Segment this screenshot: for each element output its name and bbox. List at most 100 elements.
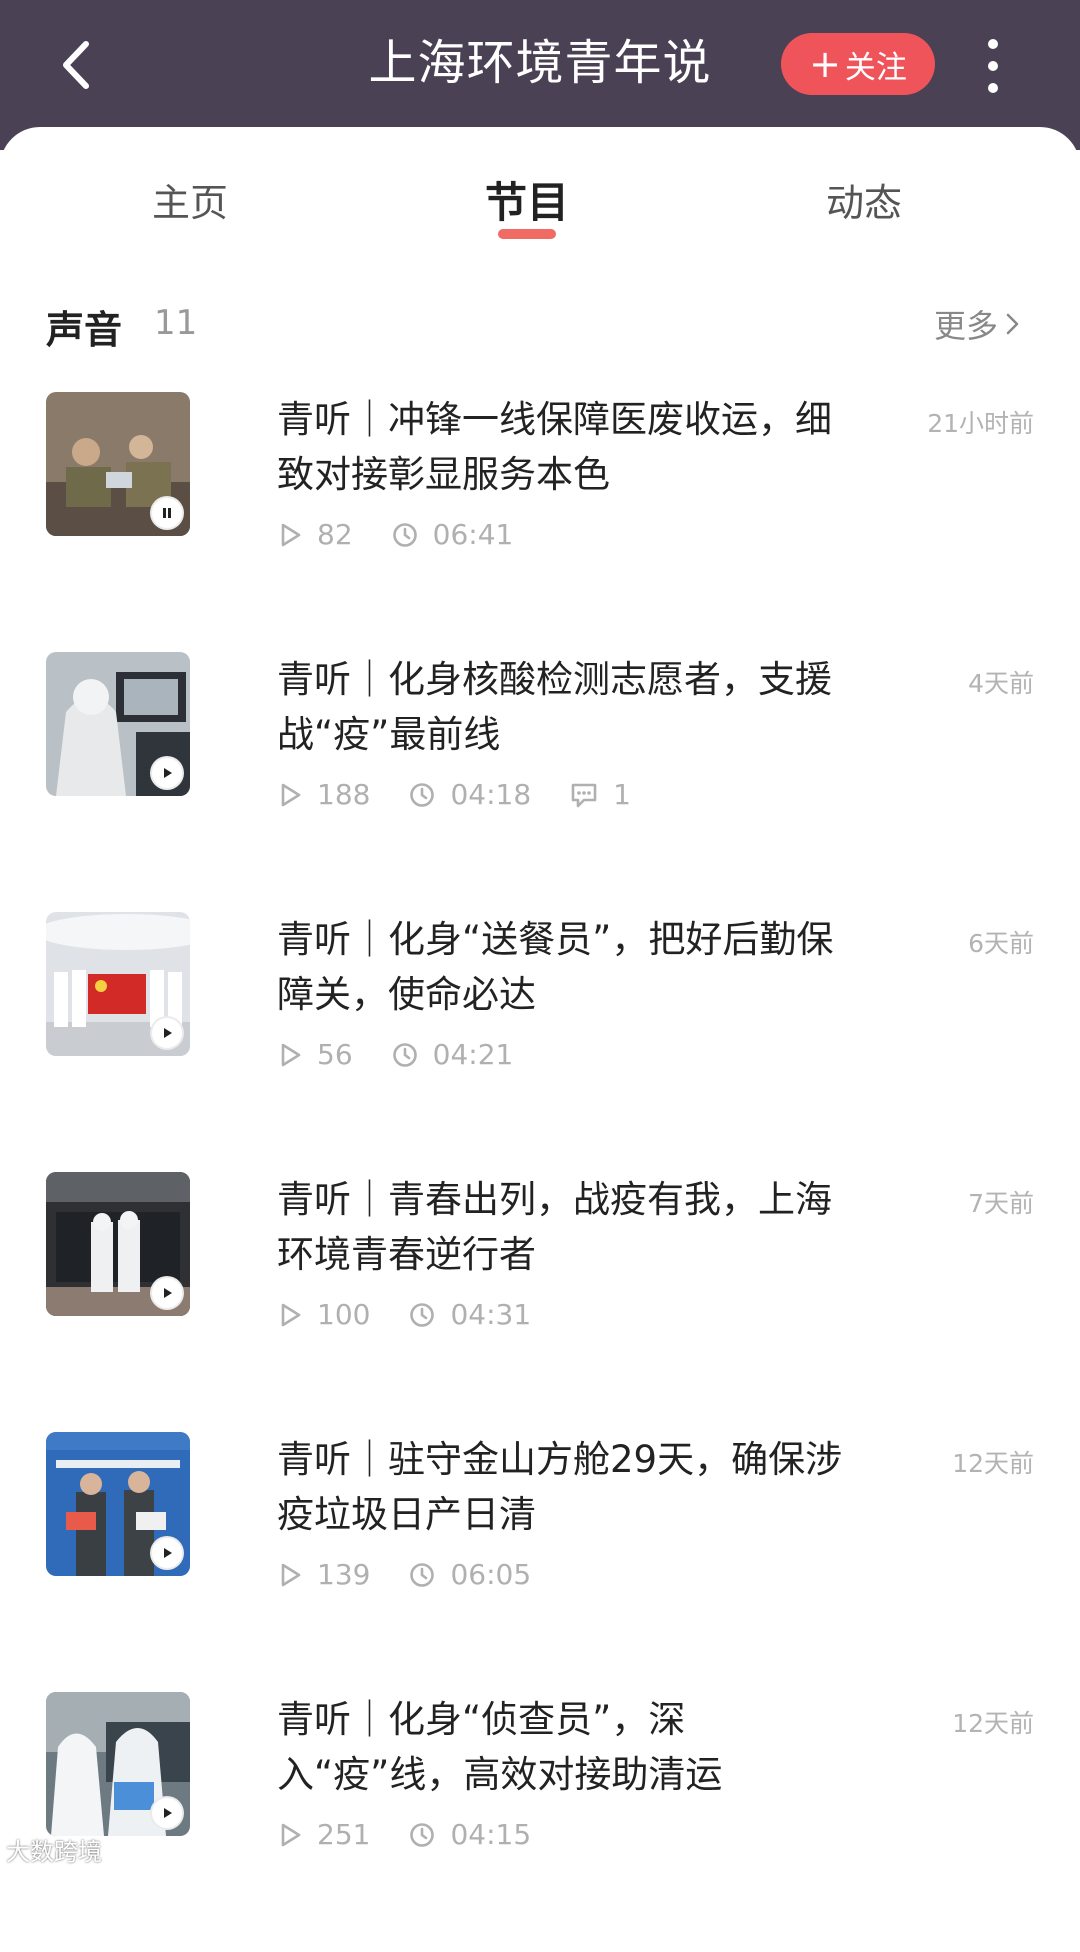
play-outline-icon: [281, 783, 301, 806]
more-link-label: 更多: [934, 307, 999, 345]
tab-activity[interactable]: 动态: [784, 172, 944, 227]
duration-group: 06:41: [391, 518, 514, 551]
episode-item[interactable]: 青听｜青春出列，战疫有我，上海环境青春逆行者 7天前 100 04:31: [0, 1172, 1080, 1432]
episode-publish-time: 7天前: [968, 1189, 1034, 1218]
episode-item[interactable]: 青听｜驻守金山方舱29天，确保涉疫垃圾日产日清 12天前 139 06:05: [0, 1432, 1080, 1692]
episode-thumbnail[interactable]: [46, 912, 190, 1056]
more-options-button[interactable]: [978, 36, 1008, 96]
chevron-left-icon: [63, 41, 89, 89]
comment-count: 1: [613, 778, 631, 811]
tab-home[interactable]: 主页: [110, 172, 270, 227]
clock-icon: [392, 1042, 417, 1067]
active-tab-indicator: [498, 229, 556, 239]
duration-group: 04:15: [408, 1818, 531, 1851]
page-title: 上海环境青年说: [368, 35, 712, 91]
episode-title[interactable]: 青听｜驻守金山方舱29天，确保涉疫垃圾日产日清: [277, 1432, 847, 1542]
pause-button[interactable]: [150, 496, 184, 530]
clock-icon: [392, 522, 417, 547]
chevron-right-icon: [1006, 313, 1019, 335]
episode-title[interactable]: 青听｜化身“送餐员”，把好后勤保障关，使命必达: [277, 912, 847, 1022]
play-outline-icon: [281, 1563, 301, 1586]
play-count: 56: [317, 1038, 353, 1071]
play-count-group: 188: [277, 778, 370, 811]
play-outline-icon: [281, 1043, 301, 1066]
duration: 04:18: [450, 778, 532, 811]
episode-item[interactable]: 青听｜化身“侦查员”，深入“疫”线，高效对接助清运 12天前 251 04:15: [0, 1692, 1080, 1952]
follow-button[interactable]: + 关注: [781, 33, 935, 95]
more-link[interactable]: 更多: [934, 301, 1022, 347]
play-count-group: 82: [277, 518, 353, 551]
episode-meta: 56 04:21: [277, 1038, 551, 1071]
episode-meta: 100 04:31: [277, 1298, 569, 1331]
duration-group: 04:31: [408, 1298, 531, 1331]
episode-item[interactable]: 青听｜冲锋一线保障医废收运，细致对接彰显服务本色 21小时前 82 06:41: [0, 392, 1080, 652]
duration-group: 04:21: [391, 1038, 514, 1071]
pause-icon: [163, 508, 171, 518]
tab-programs[interactable]: 节目: [447, 169, 607, 230]
episode-publish-time: 21小时前: [927, 409, 1034, 438]
play-button[interactable]: [150, 1536, 184, 1570]
watermark-text: 大数跨境: [6, 1838, 102, 1866]
play-count-group: 56: [277, 1038, 353, 1071]
play-button[interactable]: [150, 1276, 184, 1310]
episode-thumbnail[interactable]: [46, 1172, 190, 1316]
clock-icon: [410, 1822, 435, 1847]
duration: 04:15: [450, 1818, 532, 1851]
more-vertical-icon: [988, 39, 998, 93]
clock-icon: [410, 1302, 435, 1327]
clock-icon: [410, 1562, 435, 1587]
play-button[interactable]: [150, 1016, 184, 1050]
episode-meta: 188 04:18 1: [277, 778, 669, 811]
comment-count-group: 1: [569, 778, 631, 811]
play-icon: [164, 1288, 172, 1298]
episode-title[interactable]: 青听｜化身核酸检测志愿者，支援战“疫”最前线: [277, 652, 847, 762]
section-count: 11: [154, 303, 198, 343]
episode-publish-time: 12天前: [952, 1709, 1034, 1738]
play-count: 100: [317, 1298, 371, 1331]
duration-group: 04:18: [408, 778, 531, 811]
play-icon: [164, 1808, 172, 1818]
play-outline-icon: [281, 1303, 301, 1326]
play-outline-icon: [281, 1823, 301, 1846]
watermark: 大数跨境: [6, 1832, 102, 1867]
episode-thumbnail[interactable]: [46, 1692, 190, 1836]
duration: 04:21: [432, 1038, 514, 1071]
play-count-group: 100: [277, 1298, 370, 1331]
play-button[interactable]: [150, 1796, 184, 1830]
duration: 04:31: [450, 1298, 532, 1331]
episode-meta: 251 04:15: [277, 1818, 569, 1851]
episode-title[interactable]: 青听｜冲锋一线保障医废收运，细致对接彰显服务本色: [277, 392, 847, 502]
play-count: 251: [317, 1818, 371, 1851]
episode-item[interactable]: 青听｜化身核酸检测志愿者，支援战“疫”最前线 4天前 188 04:18 1: [0, 652, 1080, 912]
episode-meta: 82 06:41: [277, 518, 551, 551]
duration: 06:41: [432, 518, 514, 551]
play-outline-icon: [281, 523, 301, 546]
plus-icon: +: [809, 42, 841, 86]
comment-icon: [571, 783, 597, 807]
play-count: 82: [317, 518, 353, 551]
back-button[interactable]: [46, 30, 116, 100]
play-icon: [164, 1548, 172, 1558]
play-icon: [164, 1028, 172, 1038]
play-count-group: 139: [277, 1558, 370, 1591]
section-title: 声音: [46, 308, 123, 352]
episode-thumbnail[interactable]: [46, 1432, 190, 1576]
episode-item[interactable]: 青听｜化身“送餐员”，把好后勤保障关，使命必达 6天前 56 04:21: [0, 912, 1080, 1172]
episode-title[interactable]: 青听｜青春出列，战疫有我，上海环境青春逆行者: [277, 1172, 847, 1282]
play-count: 188: [317, 778, 371, 811]
episode-publish-time: 12天前: [952, 1449, 1034, 1478]
episode-publish-time: 6天前: [968, 929, 1034, 958]
episode-publish-time: 4天前: [968, 669, 1034, 698]
episode-title[interactable]: 青听｜化身“侦查员”，深入“疫”线，高效对接助清运: [277, 1692, 847, 1802]
play-count-group: 251: [277, 1818, 370, 1851]
follow-label: 关注: [844, 49, 907, 86]
duration: 06:05: [450, 1558, 532, 1591]
play-button[interactable]: [150, 756, 184, 790]
clock-icon: [410, 782, 435, 807]
episode-meta: 139 06:05: [277, 1558, 569, 1591]
play-count: 139: [317, 1558, 371, 1591]
play-icon: [164, 768, 172, 778]
episode-thumbnail[interactable]: [46, 392, 190, 536]
duration-group: 06:05: [408, 1558, 531, 1591]
episode-thumbnail[interactable]: [46, 652, 190, 796]
